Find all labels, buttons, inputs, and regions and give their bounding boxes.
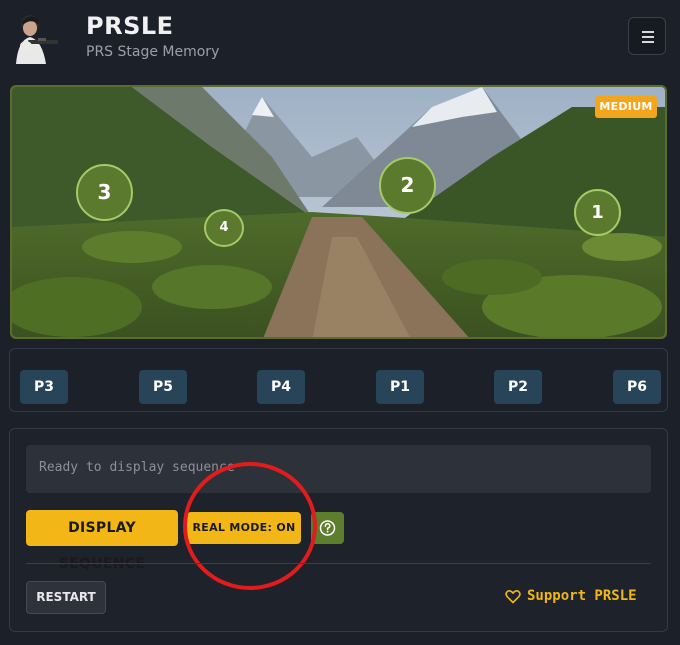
app-subtitle: PRS Stage Memory bbox=[86, 44, 220, 60]
status-display: Ready to display sequence bbox=[26, 445, 651, 493]
question-circle-icon bbox=[319, 520, 336, 536]
status-text: Ready to display sequence bbox=[39, 460, 235, 475]
app-header: PRSLE PRS Stage Memory bbox=[0, 0, 680, 80]
restart-button[interactable]: RESTART bbox=[26, 581, 106, 614]
menu-button[interactable] bbox=[628, 17, 666, 55]
target-marker[interactable]: 2 bbox=[379, 157, 436, 214]
target-marker[interactable]: 3 bbox=[76, 164, 133, 221]
heart-icon bbox=[505, 589, 521, 603]
position-button[interactable]: P5 bbox=[139, 370, 187, 404]
divider bbox=[26, 563, 651, 564]
difficulty-badge: MEDIUM bbox=[595, 96, 657, 118]
real-mode-toggle[interactable]: REAL MODE: ON bbox=[187, 512, 301, 544]
position-button[interactable]: P4 bbox=[257, 370, 305, 404]
app-title: PRSLE bbox=[86, 12, 174, 40]
position-button[interactable]: P3 bbox=[20, 370, 68, 404]
position-row bbox=[9, 348, 668, 412]
shooter-logo bbox=[8, 10, 60, 64]
display-sequence-button[interactable]: DISPLAY SEQUENCE bbox=[26, 510, 178, 572]
position-button[interactable]: P2 bbox=[494, 370, 542, 404]
target-marker[interactable]: 4 bbox=[204, 209, 244, 247]
position-button[interactable]: P6 bbox=[613, 370, 661, 404]
support-link[interactable]: Support PRSLE bbox=[505, 588, 637, 608]
position-button[interactable]: P1 bbox=[376, 370, 424, 404]
target-marker[interactable]: 1 bbox=[574, 189, 621, 236]
support-label: Support PRSLE bbox=[527, 588, 637, 604]
help-button[interactable] bbox=[311, 512, 344, 544]
